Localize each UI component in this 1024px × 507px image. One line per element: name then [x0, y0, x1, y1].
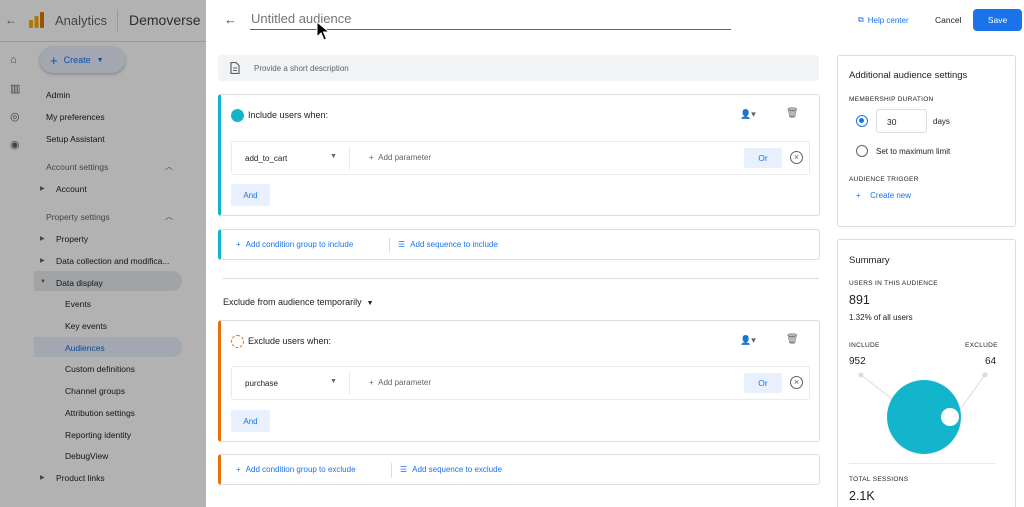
- audience-trigger-label: AUDIENCE TRIGGER: [849, 176, 919, 183]
- event-selector[interactable]: purchase: [245, 379, 278, 388]
- days-unit-label: days: [933, 117, 950, 126]
- delete-icon[interactable]: 🗑: [786, 108, 799, 119]
- exclude-condition-row: purchase ▼ + Add parameter Or ×: [231, 366, 810, 400]
- caret-down-icon: ▼: [366, 300, 374, 307]
- external-link-icon: ⧉: [858, 15, 864, 24]
- membership-duration-label: MEMBERSHIP DURATION: [849, 96, 934, 103]
- or-button[interactable]: Or: [744, 373, 782, 393]
- create-new-label: Create new: [870, 191, 912, 200]
- summary-card: Summary USERS IN THIS AUDIENCE 891 1.32%…: [837, 239, 1016, 507]
- include-add-card: + Add condition group to include ☰ Add se…: [218, 229, 820, 260]
- sequence-icon: ☰: [398, 240, 406, 249]
- caret-down-icon[interactable]: ▼: [330, 153, 337, 160]
- description-field[interactable]: Provide a short description: [218, 55, 819, 81]
- person-scope-icon[interactable]: 👤▾: [740, 109, 756, 120]
- add-sequence-exclude-label: Add sequence to exclude: [412, 465, 503, 474]
- exclude-dot-icon: [231, 335, 244, 348]
- max-limit-radio[interactable]: [856, 145, 868, 157]
- summary-title: Summary: [849, 255, 890, 266]
- add-condition-group-exclude-label: Add condition group to exclude: [245, 465, 356, 474]
- users-percentage: 1.32% of all users: [849, 313, 913, 322]
- row-divider: [349, 371, 350, 395]
- remove-condition-icon[interactable]: ×: [790, 376, 803, 389]
- description-icon: [230, 62, 240, 74]
- exclude-connector: [955, 374, 986, 416]
- add-sequence-include-label: Add sequence to include: [410, 240, 498, 249]
- total-sessions-label: TOTAL SESSIONS: [849, 476, 909, 483]
- modal-scrim[interactable]: [0, 0, 206, 507]
- add-parameter-button[interactable]: + Add parameter: [369, 153, 431, 162]
- additional-settings-card: Additional audience settings MEMBERSHIP …: [837, 55, 1016, 227]
- help-center-label: Help center: [867, 15, 909, 25]
- cancel-button[interactable]: Cancel: [935, 15, 961, 25]
- mouse-cursor-icon: [316, 21, 330, 41]
- membership-days-input[interactable]: 30: [876, 109, 927, 133]
- caret-down-icon[interactable]: ▼: [330, 378, 337, 385]
- duration-days-radio[interactable]: [856, 115, 868, 127]
- row-divider: [349, 146, 350, 170]
- include-condition-row: add_to_cart ▼ + Add parameter Or ×: [231, 141, 810, 175]
- event-selector[interactable]: add_to_cart: [245, 154, 287, 163]
- include-label: INCLUDE: [849, 342, 880, 349]
- add-condition-group-include[interactable]: + Add condition group to include: [236, 240, 353, 249]
- audience-builder-panel: ← ⧉ Help center Cancel Save Provide a sh…: [206, 0, 1024, 507]
- add-condition-group-exclude[interactable]: + Add condition group to exclude: [236, 465, 356, 474]
- exclude-title: Exclude users when:: [248, 336, 332, 346]
- exclude-circle: [941, 408, 959, 426]
- add-condition-group-include-label: Add condition group to include: [245, 240, 354, 249]
- create-trigger-link[interactable]: + Create new: [856, 191, 911, 200]
- add-sequence-exclude[interactable]: ☰ Add sequence to exclude: [400, 465, 502, 474]
- add-parameter-button[interactable]: + Add parameter: [369, 378, 431, 387]
- settings-title: Additional audience settings: [849, 70, 968, 81]
- section-divider: [223, 278, 819, 279]
- delete-icon[interactable]: 🗑: [786, 334, 799, 345]
- back-arrow-icon[interactable]: ←: [224, 12, 237, 27]
- include-title: Include users when:: [248, 110, 329, 120]
- exclude-mode-label: Exclude from audience temporarily: [223, 297, 362, 307]
- summary-divider: [849, 463, 996, 464]
- add-sequence-include[interactable]: ☰ Add sequence to include: [398, 240, 498, 249]
- include-dot-icon: [231, 109, 244, 122]
- description-placeholder: Provide a short description: [254, 63, 349, 73]
- help-center-link[interactable]: ⧉ Help center: [858, 15, 909, 25]
- and-button[interactable]: And: [231, 184, 270, 206]
- add-parameter-label: Add parameter: [378, 378, 432, 387]
- max-limit-label: Set to maximum limit: [876, 147, 951, 156]
- and-button[interactable]: And: [231, 410, 270, 432]
- or-button[interactable]: Or: [744, 148, 782, 168]
- users-in-audience-value: 891: [849, 293, 870, 307]
- person-scope-icon[interactable]: 👤▾: [740, 335, 756, 346]
- sequence-icon: ☰: [400, 465, 408, 474]
- include-condition-card: Include users when: 👤▾ 🗑 add_to_cart ▼ +…: [218, 94, 820, 216]
- include-marker: [858, 372, 864, 378]
- link-divider: [391, 463, 392, 478]
- exclude-condition-card: Exclude users when: 👤▾ 🗑 purchase ▼ + Ad…: [218, 320, 820, 442]
- total-sessions-value: 2.1K: [849, 489, 875, 503]
- users-in-audience-label: USERS IN THIS AUDIENCE: [849, 280, 938, 287]
- audience-venn-diagram: [858, 372, 988, 454]
- exclude-label: EXCLUDE: [965, 342, 998, 349]
- exclude-marker: [982, 372, 988, 378]
- link-divider: [389, 238, 390, 253]
- exclude-mode-dropdown[interactable]: Exclude from audience temporarily ▼: [223, 297, 374, 307]
- exclude-add-card: + Add condition group to exclude ☰ Add se…: [218, 454, 820, 485]
- add-parameter-label: Add parameter: [378, 153, 432, 162]
- save-button[interactable]: Save: [973, 9, 1022, 31]
- remove-condition-icon[interactable]: ×: [790, 151, 803, 164]
